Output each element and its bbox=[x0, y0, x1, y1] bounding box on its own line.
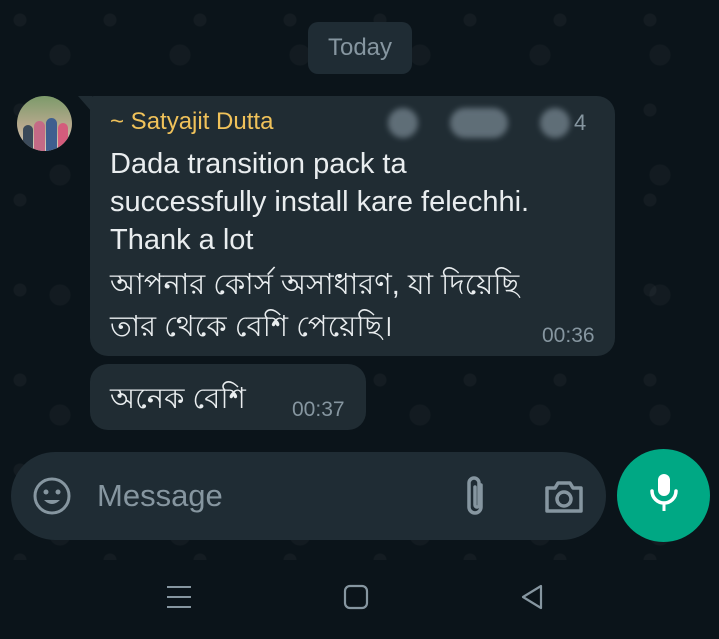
message-composer[interactable]: Message bbox=[11, 452, 606, 540]
phone-number-suffix: 4 bbox=[574, 110, 587, 135]
emoji-icon[interactable] bbox=[31, 475, 73, 517]
sender-name[interactable]: ~ Satyajit Dutta bbox=[110, 108, 273, 136]
system-navigation-bar bbox=[0, 560, 719, 639]
avatar-figure bbox=[46, 118, 57, 151]
avatar-figure bbox=[58, 123, 68, 151]
mic-icon bbox=[647, 472, 681, 519]
back-icon[interactable] bbox=[516, 580, 548, 614]
avatar-figure bbox=[34, 121, 45, 151]
avatar-figure bbox=[23, 125, 33, 151]
masked-phone-number bbox=[388, 108, 418, 138]
masked-phone-number bbox=[450, 108, 508, 138]
home-icon[interactable] bbox=[340, 580, 372, 614]
message-time: 00:37 bbox=[292, 398, 345, 421]
incoming-message-bubble[interactable]: অনেক বেশি 00:37 bbox=[90, 364, 366, 430]
message-line: successfully install kare felechhi. bbox=[110, 186, 530, 218]
sender-avatar[interactable] bbox=[17, 96, 72, 151]
date-chip-label: Today bbox=[327, 34, 393, 61]
attach-icon[interactable] bbox=[459, 474, 493, 520]
voice-record-button[interactable] bbox=[617, 449, 710, 542]
message-line: অনেক বেশি bbox=[110, 383, 246, 415]
masked-phone-number bbox=[540, 108, 570, 138]
date-chip: Today bbox=[308, 22, 412, 74]
recents-icon[interactable] bbox=[164, 580, 194, 614]
message-line: Thank a lot bbox=[110, 224, 254, 256]
message-line: তার থেকে বেশি পেয়েছি। bbox=[110, 311, 393, 343]
message-time: 00:36 bbox=[542, 324, 595, 347]
incoming-message-bubble[interactable]: ~ Satyajit Dutta 4 Dada transition pack … bbox=[78, 96, 615, 356]
message-line: Dada transition pack ta bbox=[110, 148, 407, 180]
message-input[interactable]: Message bbox=[97, 478, 223, 514]
camera-icon[interactable] bbox=[542, 477, 586, 517]
